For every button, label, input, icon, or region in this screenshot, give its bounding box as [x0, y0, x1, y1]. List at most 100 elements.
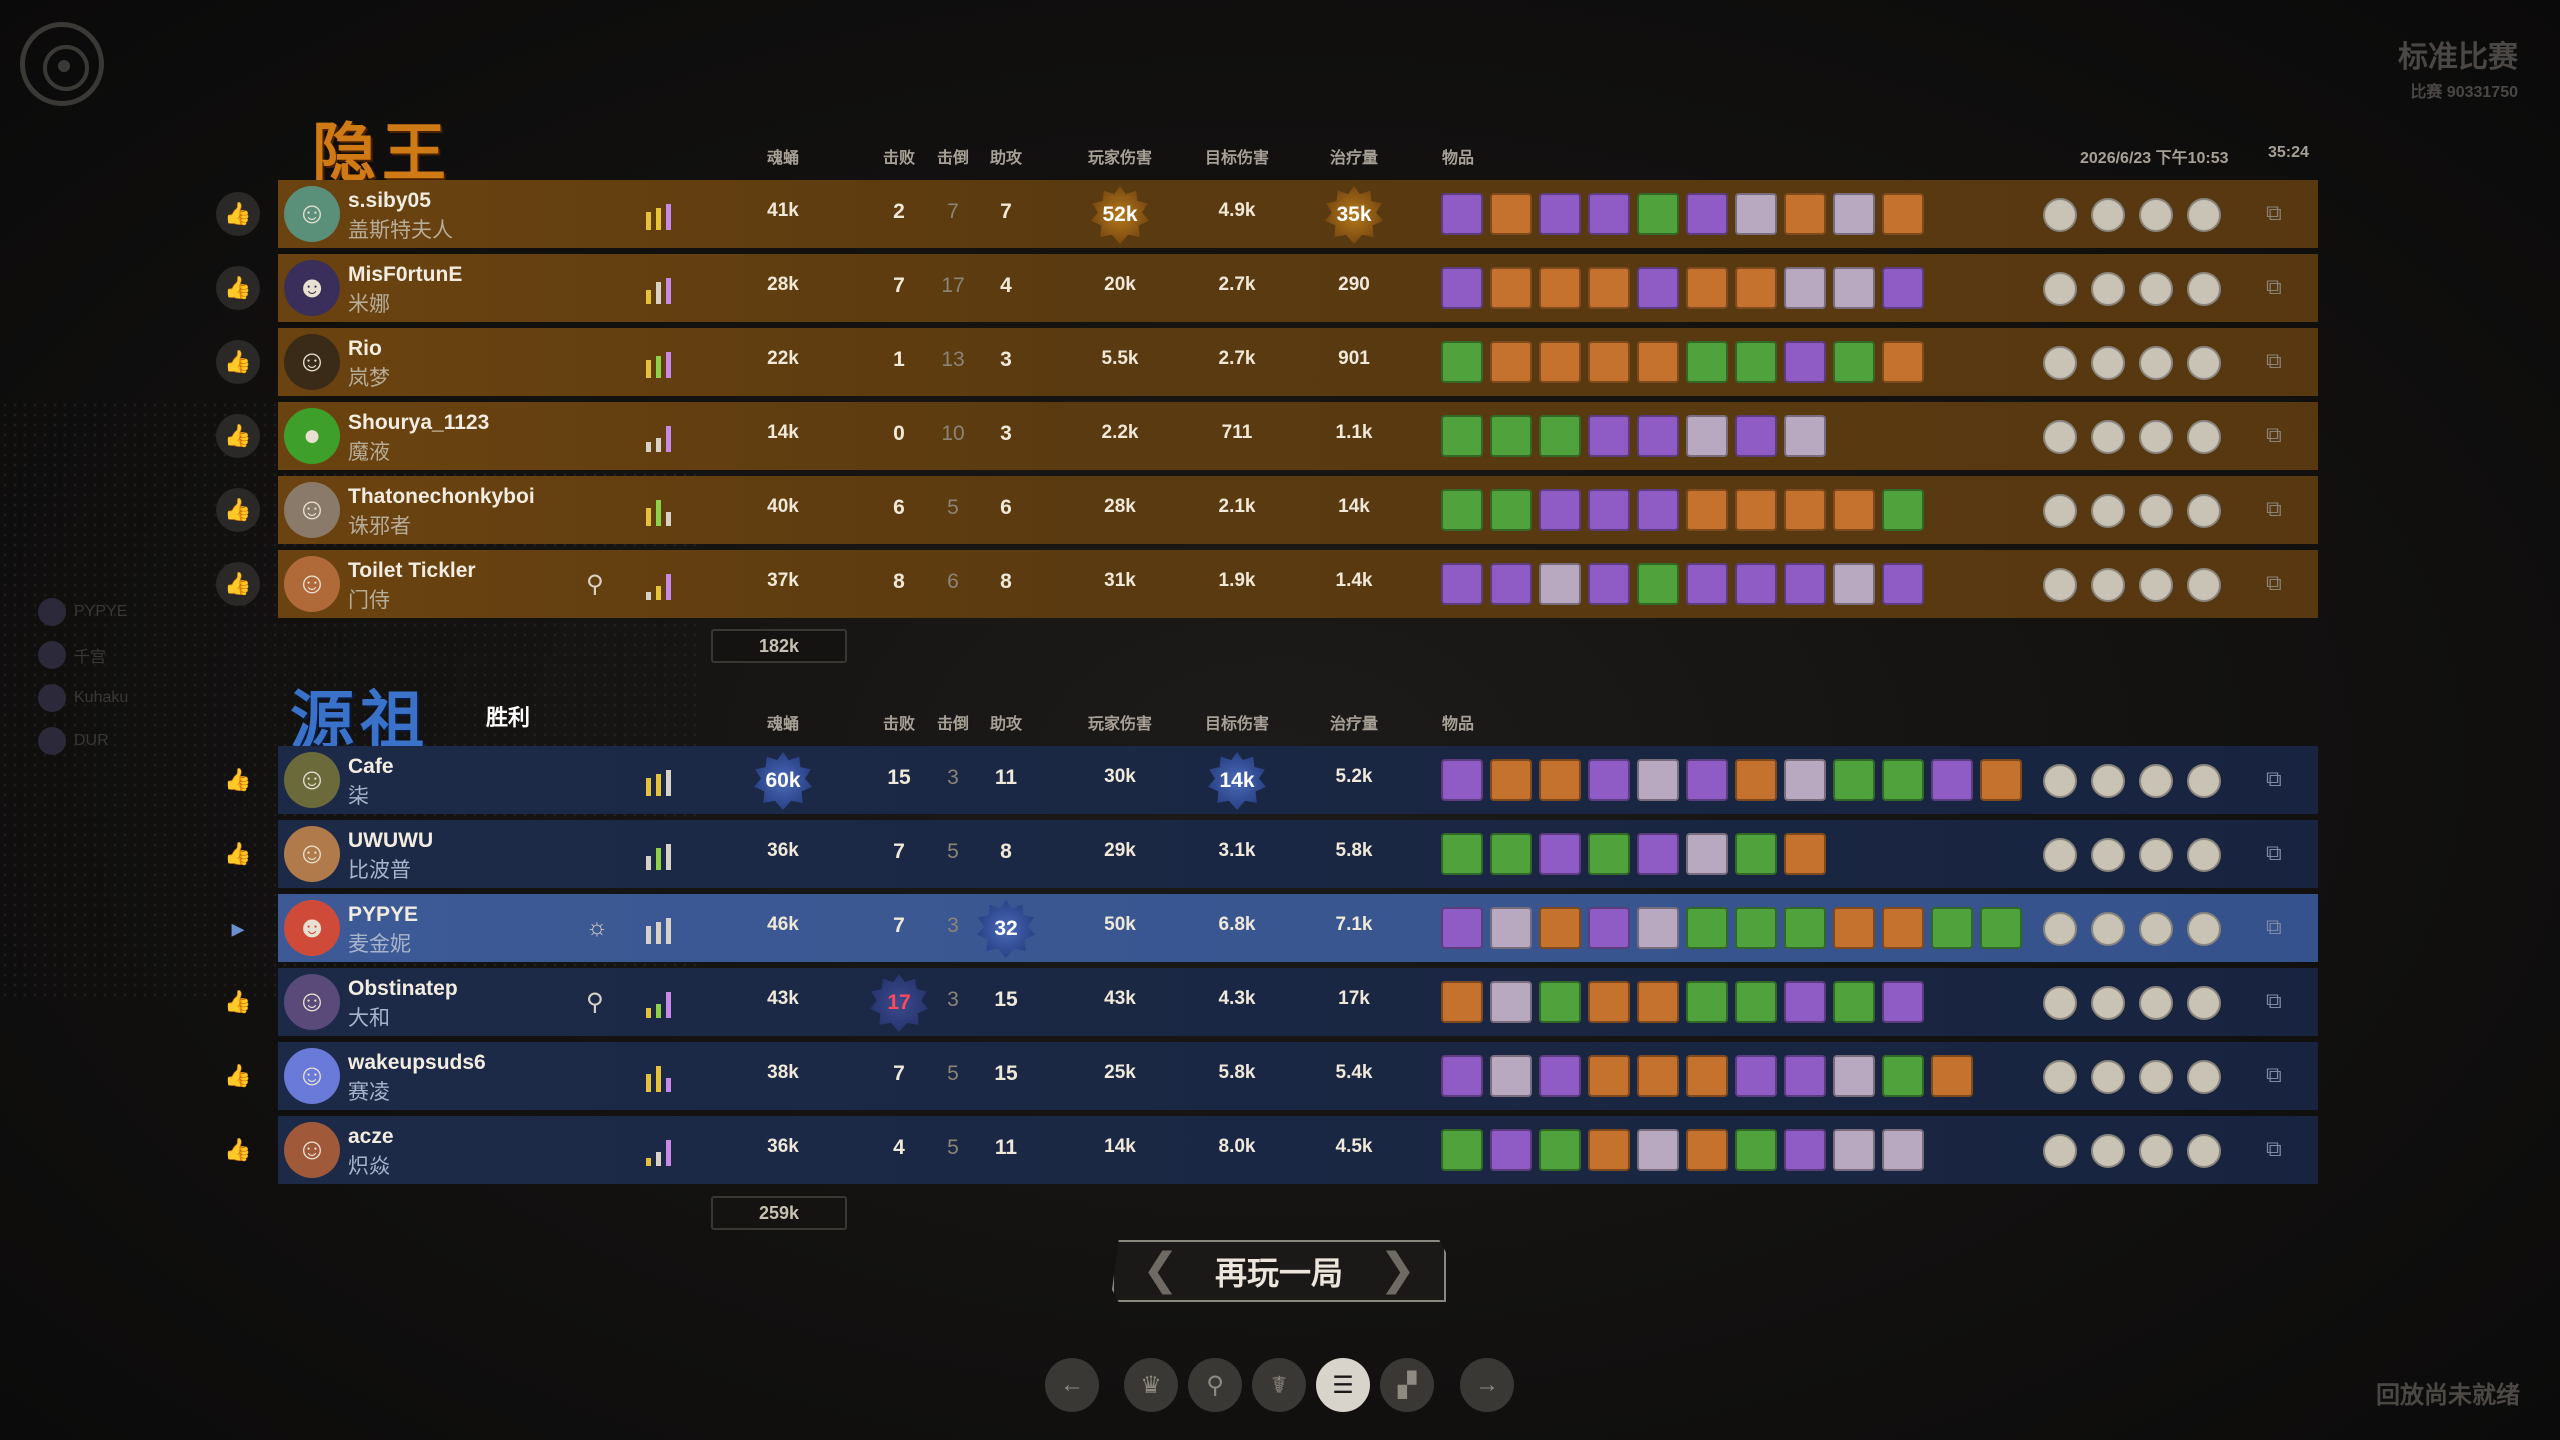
- ability-icon[interactable]: [2187, 1134, 2221, 1168]
- ability-icon[interactable]: [2091, 420, 2125, 454]
- thumbs-up-icon[interactable]: 👍: [216, 1054, 260, 1098]
- item-icon[interactable]: [1588, 193, 1630, 235]
- player-row[interactable]: 👍 ● Shourya_1123 魔液 14k 0 10 3 2.2k 711 1.1k ⧉: [216, 402, 2318, 470]
- map-pin-icon[interactable]: ⚲: [1188, 1358, 1242, 1412]
- trophy-icon[interactable]: ♛: [1124, 1358, 1178, 1412]
- ability-icon[interactable]: [2091, 986, 2125, 1020]
- hero-avatar[interactable]: ☻: [284, 900, 340, 956]
- item-icon[interactable]: [1980, 759, 2022, 801]
- item-icon[interactable]: [1735, 833, 1777, 875]
- ability-icon[interactable]: [2043, 272, 2077, 306]
- player-row[interactable]: 👍 ☺ wakeupsuds6 赛凌 38k 7 5 15 25k 5.8k 5.4k ⧉: [224, 1042, 2318, 1110]
- ability-icon[interactable]: [2091, 1060, 2125, 1094]
- item-icon[interactable]: [1686, 1055, 1728, 1097]
- item-icon[interactable]: [1539, 193, 1581, 235]
- player-name[interactable]: UWUWU: [348, 829, 433, 853]
- item-icon[interactable]: [1588, 415, 1630, 457]
- item-icon[interactable]: [1686, 833, 1728, 875]
- game-logo-icon[interactable]: [20, 22, 104, 106]
- item-icon[interactable]: [1441, 193, 1483, 235]
- copy-icon[interactable]: ⧉: [2266, 1062, 2282, 1088]
- item-icon[interactable]: [1686, 267, 1728, 309]
- item-icon[interactable]: [1637, 759, 1679, 801]
- item-icon[interactable]: [1490, 489, 1532, 531]
- item-icon[interactable]: [1539, 563, 1581, 605]
- item-icon[interactable]: [1637, 1129, 1679, 1171]
- player-row[interactable]: 👍 ☺ Cafe 柒 60k 15 3 11 30k 14k 5.2k ⧉: [224, 746, 2318, 814]
- item-icon[interactable]: [1539, 267, 1581, 309]
- item-icon[interactable]: [1686, 563, 1728, 605]
- ability-icon[interactable]: [2139, 1060, 2173, 1094]
- item-icon[interactable]: [1784, 1129, 1826, 1171]
- item-icon[interactable]: [1637, 1055, 1679, 1097]
- item-icon[interactable]: [1441, 563, 1483, 605]
- item-icon[interactable]: [1735, 193, 1777, 235]
- item-icon[interactable]: [1539, 415, 1581, 457]
- item-icon[interactable]: [1784, 563, 1826, 605]
- ability-icon[interactable]: [2139, 198, 2173, 232]
- item-icon[interactable]: [1833, 759, 1875, 801]
- item-icon[interactable]: [1735, 1129, 1777, 1171]
- item-icon[interactable]: [1539, 981, 1581, 1023]
- ability-icon[interactable]: [2187, 346, 2221, 380]
- player-name[interactable]: Thatonechonkyboi: [348, 485, 535, 509]
- copy-icon[interactable]: ⧉: [2266, 766, 2282, 792]
- item-icon[interactable]: [1539, 341, 1581, 383]
- ability-icon[interactable]: [2091, 568, 2125, 602]
- ability-icon[interactable]: [2187, 1060, 2221, 1094]
- item-icon[interactable]: [1735, 907, 1777, 949]
- item-icon[interactable]: [1833, 341, 1875, 383]
- item-icon[interactable]: [1784, 341, 1826, 383]
- copy-icon[interactable]: ⧉: [2266, 1136, 2282, 1162]
- copy-icon[interactable]: ⧉: [2266, 348, 2282, 374]
- hero-avatar[interactable]: ☺: [284, 1122, 340, 1178]
- item-icon[interactable]: [1588, 981, 1630, 1023]
- thumbs-up-icon[interactable]: 👍: [216, 1128, 260, 1172]
- thumbs-up-icon[interactable]: 👍: [216, 832, 260, 876]
- item-icon[interactable]: [1931, 907, 1973, 949]
- copy-icon[interactable]: ⧉: [2266, 496, 2282, 522]
- item-icon[interactable]: [1980, 907, 2022, 949]
- ability-icon[interactable]: [2187, 420, 2221, 454]
- ability-icon[interactable]: [2139, 568, 2173, 602]
- item-icon[interactable]: [1686, 489, 1728, 531]
- player-row[interactable]: ▸ ☻ PYPYE 麦金妮 ☼ 46k 7 3 32 50k 6.8k 7.1k ⧉: [231, 894, 2318, 962]
- hero-avatar[interactable]: ☻: [284, 260, 340, 316]
- item-icon[interactable]: [1784, 907, 1826, 949]
- ability-icon[interactable]: [2187, 198, 2221, 232]
- player-name[interactable]: s.siby05: [348, 189, 431, 213]
- item-icon[interactable]: [1882, 267, 1924, 309]
- ability-icon[interactable]: [2139, 986, 2173, 1020]
- item-icon[interactable]: [1588, 833, 1630, 875]
- item-icon[interactable]: [1882, 1129, 1924, 1171]
- item-icon[interactable]: [1637, 341, 1679, 383]
- hero-avatar[interactable]: ☺: [284, 334, 340, 390]
- item-icon[interactable]: [1637, 833, 1679, 875]
- ability-icon[interactable]: [2043, 986, 2077, 1020]
- chart-icon[interactable]: ▞: [1380, 1358, 1434, 1412]
- thumbs-up-icon[interactable]: 👍: [216, 562, 260, 606]
- play-again-button[interactable]: ❮ 再玩一局 ❯: [1112, 1240, 1446, 1302]
- item-icon[interactable]: [1833, 1129, 1875, 1171]
- player-row[interactable]: 👍 ☺ Toilet Tickler 门侍 ⚲ 37k 8 6 8 31k 1.9k 1.4k ⧉: [216, 550, 2318, 618]
- item-icon[interactable]: [1637, 415, 1679, 457]
- item-icon[interactable]: [1490, 1055, 1532, 1097]
- item-icon[interactable]: [1441, 341, 1483, 383]
- item-icon[interactable]: [1588, 1055, 1630, 1097]
- player-name[interactable]: Shourya_1123: [348, 411, 489, 435]
- copy-icon[interactable]: ⧉: [2266, 570, 2282, 596]
- copy-icon[interactable]: ⧉: [2266, 914, 2282, 940]
- item-icon[interactable]: [1686, 981, 1728, 1023]
- ability-icon[interactable]: [2139, 1134, 2173, 1168]
- hero-avatar[interactable]: ☺: [284, 556, 340, 612]
- item-icon[interactable]: [1735, 759, 1777, 801]
- item-icon[interactable]: [1882, 981, 1924, 1023]
- expand-arrow-icon[interactable]: ▸: [216, 906, 260, 950]
- copy-icon[interactable]: ⧉: [2266, 988, 2282, 1014]
- ability-icon[interactable]: [2187, 272, 2221, 306]
- item-icon[interactable]: [1882, 1055, 1924, 1097]
- item-icon[interactable]: [1490, 415, 1532, 457]
- player-name[interactable]: Obstinatep: [348, 977, 458, 1001]
- item-icon[interactable]: [1588, 563, 1630, 605]
- item-icon[interactable]: [1784, 759, 1826, 801]
